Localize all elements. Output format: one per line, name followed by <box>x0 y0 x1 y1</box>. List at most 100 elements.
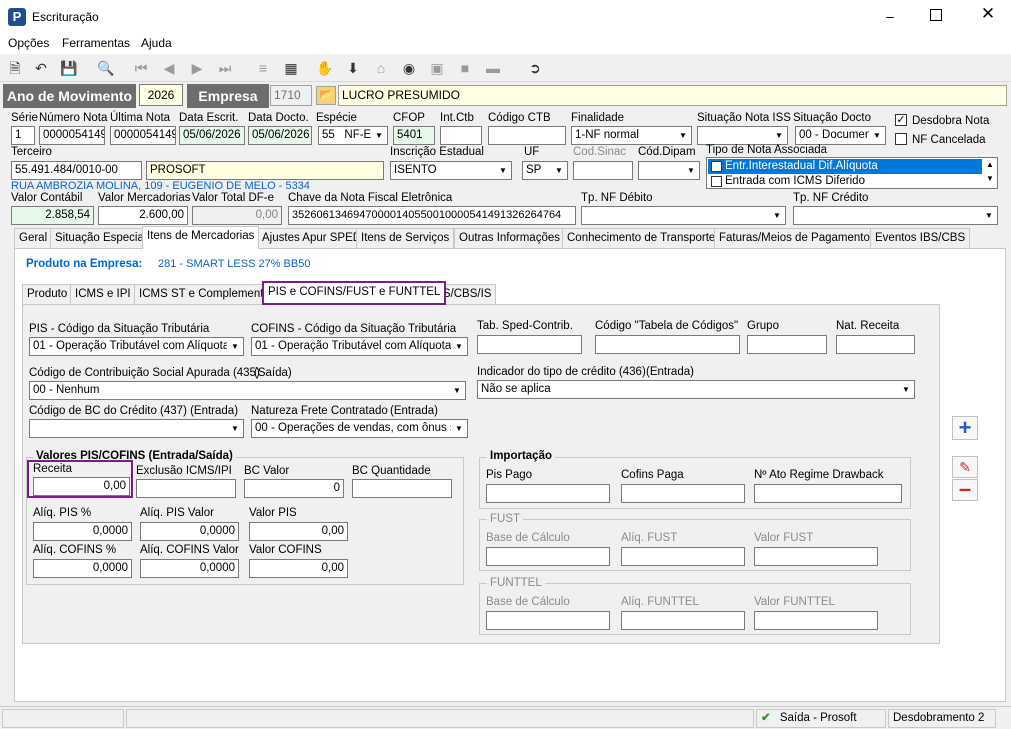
finalidade-select[interactable]: 1-NF normal ▼ <box>571 126 692 145</box>
ano-field[interactable]: 2026 <box>139 84 183 106</box>
new-doc-icon[interactable]: 🗎 <box>6 59 24 77</box>
square-icon[interactable]: ■ <box>456 59 474 77</box>
funttel-base-field[interactable] <box>486 611 610 630</box>
dash-icon[interactable]: ▬ <box>484 59 502 77</box>
sit-docto-select[interactable]: 00 - Document ▼ <box>795 126 886 145</box>
cib-icon[interactable]: ◉ <box>400 59 418 77</box>
data-escrit-field[interactable]: 05/06/2026 <box>179 126 245 145</box>
tab-produto[interactable]: Produto <box>22 284 73 304</box>
aliq-cofins-pct-field[interactable]: 0,0000 <box>33 559 132 578</box>
nat-receita-field[interactable] <box>836 335 915 354</box>
checkbox-icon[interactable] <box>711 176 722 187</box>
tree-icon[interactable]: ≡ <box>254 59 272 77</box>
int-ctb-field[interactable] <box>440 126 482 145</box>
exit-icon[interactable]: ➲ <box>526 59 544 77</box>
especie-select[interactable]: 55 NF-E ▼ <box>318 126 388 145</box>
receita-field[interactable]: 0,00 <box>33 477 130 496</box>
save-icon[interactable]: 💾 <box>60 59 78 77</box>
cancelada-checkbox[interactable] <box>895 133 907 145</box>
tp-debito-select[interactable]: ▼ <box>581 206 786 225</box>
menu-opcoes[interactable]: Opções <box>8 36 49 50</box>
fust-valor-field[interactable] <box>754 547 878 566</box>
codigo-ctb-field[interactable] <box>488 126 566 145</box>
menu-ferramentas[interactable]: Ferramentas <box>62 36 130 50</box>
checkbox-icon[interactable] <box>711 161 722 172</box>
house-icon[interactable]: ⌂ <box>372 59 390 77</box>
scroll-arrows[interactable]: ▲ ▼ <box>983 158 997 188</box>
tp-credito-select[interactable]: ▼ <box>793 206 998 225</box>
tab-icms-ipi[interactable]: ICMS e IPI <box>70 284 136 304</box>
bc-credito-select[interactable]: ▼ <box>29 419 244 438</box>
bc-valor-field[interactable]: 0 <box>244 479 344 498</box>
funttel-aliq-field[interactable] <box>621 611 745 630</box>
prev-record-icon[interactable]: ◀ <box>160 59 178 77</box>
contrib-select[interactable]: 00 - Nenhum ▼ <box>29 381 466 400</box>
indicador-select[interactable]: Não se aplica ▼ <box>477 380 915 399</box>
last-record-icon[interactable]: ⏭ <box>216 59 234 77</box>
tipo-assoc-list[interactable]: Entr.Interestadual Dif.Alíquota Entrada … <box>706 157 998 189</box>
valor-pis-field[interactable]: 0,00 <box>249 522 348 541</box>
aliq-pis-pct-field[interactable]: 0,0000 <box>33 522 132 541</box>
codigo-tabela-field[interactable] <box>595 335 740 354</box>
download-icon[interactable]: ⬇ <box>344 59 362 77</box>
grupo-field[interactable] <box>747 335 827 354</box>
tab-itens-servicos[interactable]: Itens de Serviços <box>356 228 455 248</box>
minimize-button[interactable]: – <box>880 8 900 26</box>
funttel-valor-field[interactable] <box>754 611 878 630</box>
valor-cofins-field[interactable]: 0,00 <box>249 559 348 578</box>
chave-field[interactable]: 3526061346947000014055001000054149132626… <box>288 206 576 225</box>
close-button[interactable]: ✕ <box>978 4 998 26</box>
cod-dipam-select[interactable]: ▼ <box>638 161 700 180</box>
calculator-icon[interactable]: ▦ <box>282 59 300 77</box>
print-preview-icon[interactable]: 🔍 <box>97 59 115 77</box>
tab-itens-mercadorias[interactable]: Itens de Mercadorias <box>142 226 260 249</box>
fust-base-field[interactable] <box>486 547 610 566</box>
menu-ajuda[interactable]: Ajuda <box>141 36 172 50</box>
tab-ajustes-sped[interactable]: Ajustes Apur SPED <box>257 228 367 248</box>
tab-eventos-ibs[interactable]: Eventos IBS/CBS <box>870 228 971 248</box>
cofins-cst-select[interactable]: 01 - Operação Tributável com Alíquota B ▼ <box>251 337 468 356</box>
terceiro-cnpj-field[interactable]: 55.491.484/0010-00 <box>11 161 142 180</box>
bc-qtd-field[interactable] <box>352 479 452 498</box>
desdobra-checkbox[interactable]: ✓ <box>895 114 907 126</box>
first-record-icon[interactable]: ⏮ <box>132 59 150 77</box>
exclusao-field[interactable] <box>136 479 236 498</box>
data-docto-field[interactable]: 05/06/2026 <box>248 126 312 145</box>
tab-icms-st[interactable]: ICMS ST e Complemento <box>134 284 275 304</box>
tab-geral[interactable]: Geral <box>14 228 53 248</box>
natureza-select[interactable]: 00 - Operações de vendas, com ônus su ▼ <box>251 419 468 438</box>
tab-conhecimento[interactable]: Conhecimento de Transporte <box>562 228 721 248</box>
tab-situacao-especial[interactable]: Situação Especial <box>50 228 152 248</box>
panel-icon[interactable]: ▣ <box>428 59 446 77</box>
tab-sped-field[interactable] <box>477 335 582 354</box>
cod-sinac-field[interactable] <box>573 161 633 180</box>
fust-aliq-field[interactable] <box>621 547 745 566</box>
edit-item-button[interactable]: ✎ <box>952 456 978 478</box>
aliq-pis-valor-field[interactable]: 0,0000 <box>140 522 239 541</box>
undo-icon[interactable]: ↶ <box>32 59 50 77</box>
list-item[interactable]: Entr.Interestadual Dif.Alíquota <box>708 159 982 174</box>
cofins-paga-field[interactable] <box>621 484 745 503</box>
tab-pis-cofins[interactable]: PIS e COFINS/FUST e FUNTTEL <box>262 281 447 305</box>
serie-field[interactable]: 1 <box>11 126 35 145</box>
numero-field[interactable]: 0000054149 <box>39 126 105 145</box>
sit-iss-select[interactable]: ▼ <box>697 126 788 145</box>
valor-contabil-field[interactable]: 2.858,54 <box>11 206 94 225</box>
empresa-code-field[interactable]: 1710 <box>270 85 312 106</box>
list-item[interactable]: Entrada com ICMS Diferido <box>708 174 982 189</box>
valor-merc-field[interactable]: 2.600,00 <box>98 206 188 225</box>
folder-open-icon[interactable]: 📂 <box>316 86 336 105</box>
next-record-icon[interactable]: ▶ <box>188 59 206 77</box>
maximize-button[interactable] <box>930 9 942 21</box>
remove-item-button[interactable]: – <box>952 478 978 501</box>
tab-faturas[interactable]: Faturas/Meios de Pagamentos <box>714 228 881 248</box>
add-item-button[interactable]: + <box>952 416 978 440</box>
pis-pago-field[interactable] <box>486 484 610 503</box>
ato-field[interactable] <box>754 484 902 503</box>
ie-select[interactable]: ISENTO ▼ <box>390 161 512 180</box>
aliq-cofins-valor-field[interactable]: 0,0000 <box>140 559 239 578</box>
uf-select[interactable]: SP ▼ <box>522 161 568 180</box>
cfop-field[interactable]: 5401 <box>393 126 435 145</box>
hand-icon[interactable]: ✋ <box>316 59 334 77</box>
tab-outras-info[interactable]: Outras Informações <box>454 228 565 248</box>
